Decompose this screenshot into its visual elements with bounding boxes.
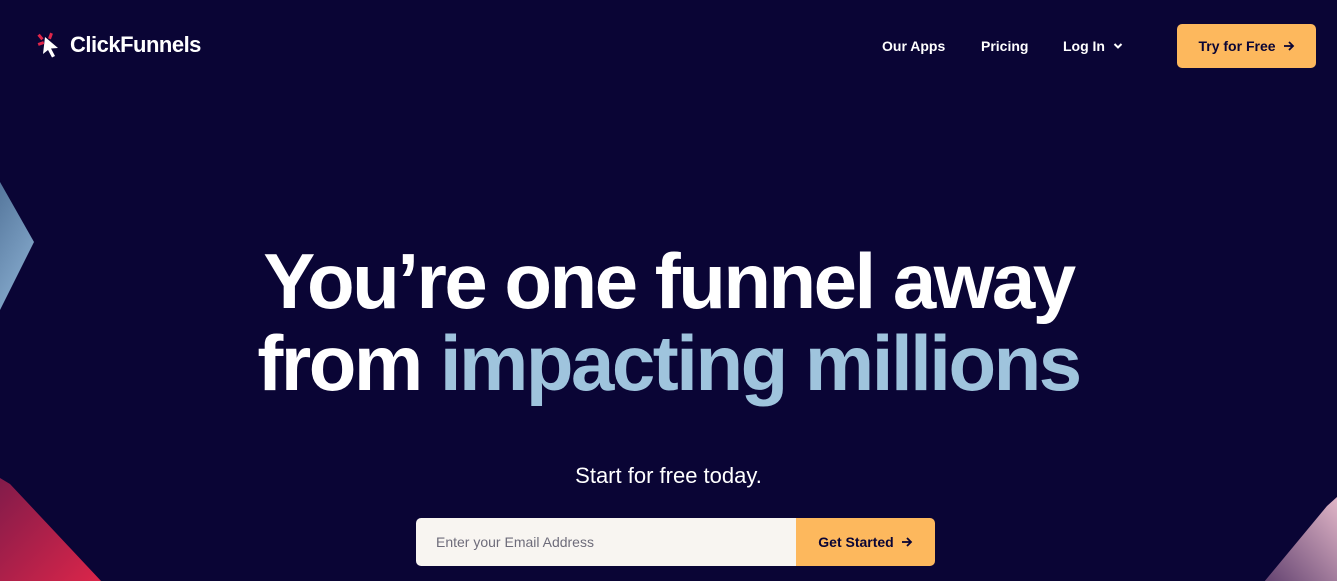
hero-line-2: from impacting millions xyxy=(0,322,1337,404)
nav-our-apps[interactable]: Our Apps xyxy=(882,36,945,56)
brand-logo[interactable]: ClickFunnels xyxy=(36,31,201,59)
nav-log-in[interactable]: Log In xyxy=(1063,36,1123,56)
email-input[interactable] xyxy=(416,518,796,566)
site-header: ClickFunnels Our Apps Pricing Log In Try… xyxy=(0,0,1337,92)
hero-subtitle: Start for free today. xyxy=(575,463,762,488)
nav-log-in-label: Log In xyxy=(1063,38,1105,54)
hero-line-1: You’re one funnel away xyxy=(263,237,1076,325)
hero-headline: You’re one funnel away from impacting mi… xyxy=(0,240,1337,404)
clickfunnels-logo-icon xyxy=(37,32,58,58)
decorative-pink-shape xyxy=(1264,497,1337,581)
arrow-right-icon xyxy=(901,537,913,547)
try-for-free-label: Try for Free xyxy=(1198,38,1276,54)
arrow-right-icon xyxy=(1283,41,1294,51)
try-for-free-button[interactable]: Try for Free xyxy=(1177,24,1316,68)
landing-page: ClickFunnels Our Apps Pricing Log In Try… xyxy=(0,0,1337,581)
hero-line-2-accent: impacting millions xyxy=(439,319,1082,407)
chevron-down-icon xyxy=(1113,43,1123,49)
hero-line-2-plain: from xyxy=(257,319,440,407)
get-started-label: Get Started xyxy=(818,534,894,550)
nav-pricing[interactable]: Pricing xyxy=(981,36,1028,56)
signup-form: Get Started xyxy=(416,518,935,566)
get-started-button[interactable]: Get Started xyxy=(796,518,935,566)
brand-name: ClickFunnels xyxy=(70,32,201,57)
